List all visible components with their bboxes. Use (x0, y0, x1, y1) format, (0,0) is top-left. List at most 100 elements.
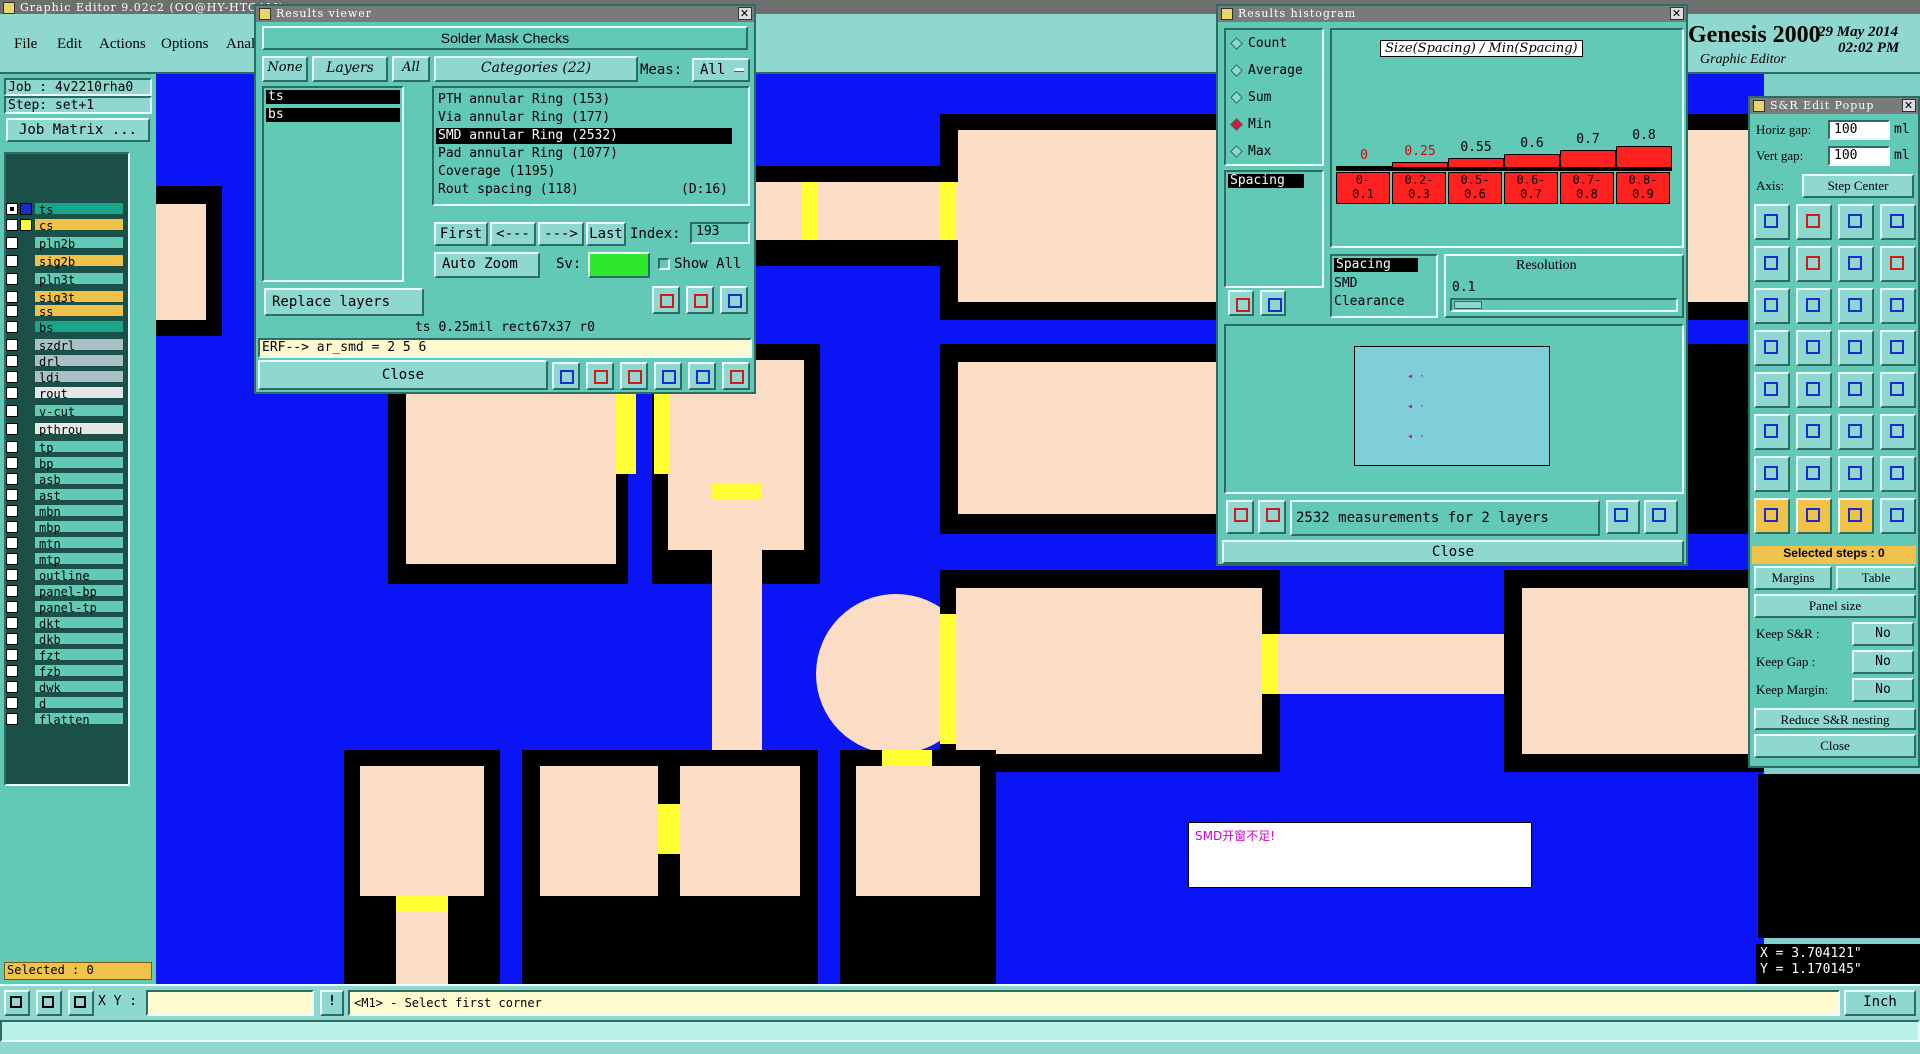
all-button[interactable]: All (392, 56, 430, 82)
result-layer-bs[interactable]: bs (266, 108, 400, 122)
sr-tool-icon[interactable] (1880, 204, 1916, 240)
sr-tool-icon[interactable] (1838, 456, 1874, 492)
histogram-bar[interactable] (1616, 146, 1672, 168)
layer-name[interactable]: mtp (34, 552, 124, 567)
layer-name[interactable]: tp (34, 440, 124, 455)
bar-range-label[interactable]: 0- 0.1 (1336, 172, 1390, 204)
sr-tool-icon[interactable] (1796, 498, 1832, 534)
result-layer-list[interactable]: ts bs (262, 86, 404, 282)
sr-tool-icon[interactable] (1880, 414, 1916, 450)
layer-row-dkt[interactable]: dkt (6, 616, 124, 631)
sr-tool-icon[interactable] (1838, 414, 1874, 450)
tool-icon[interactable] (688, 362, 716, 390)
sr-tool-icon[interactable] (1754, 204, 1790, 240)
layer-checkbox[interactable] (6, 569, 18, 581)
layer-checkbox[interactable] (6, 665, 18, 677)
sr-tool-icon[interactable] (1796, 414, 1832, 450)
layer-row-drl[interactable]: drl (6, 354, 124, 369)
layer-name[interactable]: szdrl (34, 338, 124, 353)
layer-row-dwk[interactable]: dwk (6, 680, 124, 695)
layer-row-pln2b[interactable]: pln2b (6, 236, 124, 251)
layer-name[interactable]: panel-bp (34, 584, 124, 599)
category-list[interactable]: PTH annular Ring (153) Via annular Ring (… (432, 86, 750, 206)
sr-tool-icon[interactable] (1796, 288, 1832, 324)
sr-tool-icon[interactable] (1796, 372, 1832, 408)
layer-checkbox[interactable] (6, 371, 18, 383)
delete-icon[interactable] (1228, 290, 1254, 316)
tool-icon[interactable] (68, 990, 94, 1016)
layer-row-mtp[interactable]: mtp (6, 552, 124, 567)
layer-checkbox[interactable] (6, 697, 18, 709)
histogram-bar[interactable] (1504, 154, 1560, 168)
sr-tool-icon[interactable] (1838, 372, 1874, 408)
layer-name[interactable]: panel-tp (34, 600, 124, 615)
undo-icon[interactable] (720, 286, 748, 314)
window-icon[interactable] (1753, 100, 1765, 112)
tool-icon[interactable] (552, 362, 580, 390)
layer-checkbox[interactable] (6, 355, 18, 367)
type-item-smd[interactable]: SMD (1334, 276, 1357, 291)
layer-checkbox[interactable] (6, 339, 18, 351)
type-item-clearance[interactable]: Clearance (1334, 294, 1404, 309)
job-matrix-button[interactable]: Job Matrix ... (6, 118, 150, 142)
layer-row-rout[interactable]: rout (6, 386, 124, 401)
layer-checkbox[interactable] (6, 203, 18, 215)
bar-range-label[interactable]: 0.2- 0.3 (1392, 172, 1446, 204)
layer-checkbox[interactable] (6, 441, 18, 453)
index-input[interactable]: 193 (690, 222, 750, 244)
layer-row-bs[interactable]: bs (6, 320, 124, 335)
meas-dropdown[interactable]: All (692, 58, 750, 82)
layer-name[interactable]: sig2b (34, 254, 124, 269)
bar-range-label[interactable]: 0.6- 0.7 (1504, 172, 1558, 204)
sr-tool-icon[interactable] (1754, 246, 1790, 282)
slider-thumb[interactable] (1454, 301, 1482, 309)
show-all-checkbox[interactable] (658, 258, 670, 270)
tool-icon[interactable] (620, 362, 648, 390)
layer-name[interactable]: d (34, 696, 124, 711)
results-close-button[interactable]: Close (258, 360, 548, 390)
layer-row-ss[interactable]: ss (6, 304, 124, 319)
resolution-slider[interactable] (1450, 298, 1678, 312)
layer-row-szdrl[interactable]: szdrl (6, 338, 124, 353)
layer-row-sig2b[interactable]: sig2b (6, 254, 124, 269)
sr-tool-icon[interactable] (1796, 456, 1832, 492)
category-item[interactable]: Via annular Ring (177) (436, 110, 732, 126)
tool-icon[interactable] (654, 362, 682, 390)
mode-count[interactable]: Count (1230, 34, 1320, 54)
layer-name[interactable]: mbn (34, 504, 124, 519)
window-icon[interactable] (1221, 8, 1233, 20)
layer-row-panel-bp[interactable]: panel-bp (6, 584, 124, 599)
radio-icon[interactable] (1230, 64, 1243, 77)
layer-checkbox[interactable] (6, 387, 18, 399)
layer-row-fzt[interactable]: fzt (6, 648, 124, 663)
layer-name[interactable]: flatten (34, 712, 124, 727)
report-icon[interactable] (1258, 500, 1286, 534)
layer-row-ast[interactable]: ast (6, 488, 124, 503)
sr-tool-icon[interactable] (1880, 246, 1916, 282)
layers-button[interactable]: Layers (312, 56, 388, 82)
radio-icon[interactable] (1230, 145, 1243, 158)
type-list[interactable]: Spacing SMD Clearance (1330, 254, 1438, 318)
layer-row-dkb[interactable]: dkb (6, 632, 124, 647)
category-item[interactable]: PTH annular Ring (153) (436, 92, 732, 108)
histogram-icon[interactable] (722, 362, 750, 390)
layer-checkbox[interactable] (6, 585, 18, 597)
histogram-bar[interactable] (1560, 150, 1616, 168)
reduce-nesting-button[interactable]: Reduce S&R nesting (1754, 708, 1916, 730)
radio-icon[interactable] (1230, 118, 1243, 131)
replace-layers-dropdown[interactable]: Replace layers (264, 288, 424, 316)
layer-row-pthrou[interactable]: pthrou (6, 422, 124, 437)
layer-checkbox[interactable] (6, 505, 18, 517)
sr-tool-icon[interactable] (1754, 498, 1790, 534)
window-icon[interactable] (3, 2, 15, 14)
sr-tool-icon[interactable] (1838, 246, 1874, 282)
mode-sum[interactable]: Sum (1230, 88, 1320, 108)
close-icon[interactable]: ✕ (1902, 99, 1916, 112)
layer-row-tp[interactable]: tp (6, 440, 124, 455)
mode-average[interactable]: Average (1230, 61, 1320, 81)
layer-name[interactable]: rout (34, 386, 124, 401)
delete-icon[interactable] (1226, 500, 1254, 534)
sr-tool-icon[interactable] (1796, 330, 1832, 366)
layer-checkbox[interactable] (6, 617, 18, 629)
auto-zoom-dropdown[interactable]: Auto Zoom (434, 252, 540, 278)
